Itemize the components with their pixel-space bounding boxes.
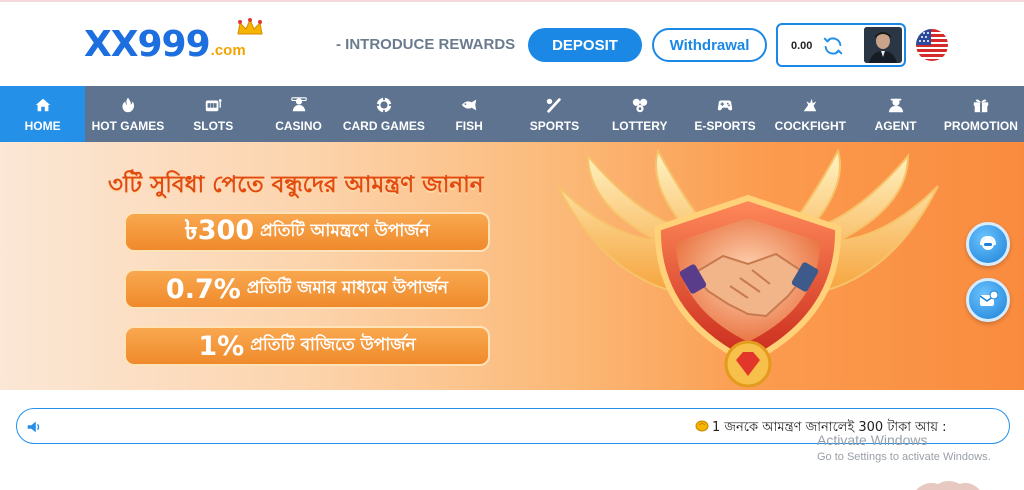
poker-chip-icon bbox=[376, 96, 392, 113]
nav-item-slots[interactable]: SLOTS bbox=[171, 86, 256, 142]
nav-label-slots: SLOTS bbox=[193, 118, 234, 133]
banner-row-value: ৳300 bbox=[184, 214, 255, 246]
gamepad-icon bbox=[717, 100, 733, 110]
balance-box: 0.00 bbox=[776, 23, 906, 67]
logo[interactable]: XX999 .com bbox=[84, 18, 263, 65]
deposit-button[interactable]: DEPOSIT bbox=[528, 28, 642, 62]
nav-item-sports[interactable]: SPORTS bbox=[512, 86, 597, 142]
handshake-emblem bbox=[557, 148, 939, 388]
banner-row-invite: ৳300 প্রতিটি আমন্ত্রণে উপার্জন bbox=[124, 212, 490, 252]
nav-item-hot-games[interactable]: HOT GAMES bbox=[85, 86, 170, 142]
nav-label-lottery: LOTTERY bbox=[611, 118, 668, 133]
nav-label-promotion: PROMOTION bbox=[943, 118, 1018, 133]
header: XX999 .com - INTRODUCE REWARDS DEPOSIT W… bbox=[0, 2, 1024, 86]
nav-label-hot-games: HOT GAMES bbox=[91, 118, 165, 133]
support-button[interactable] bbox=[966, 222, 1010, 266]
crown-icon bbox=[237, 18, 263, 35]
nav-item-home[interactable]: HOME bbox=[0, 86, 86, 142]
page: XX999 .com - INTRODUCE REWARDS DEPOSIT W… bbox=[0, 0, 1024, 490]
flame-icon bbox=[122, 97, 135, 112]
bottom-decoration bbox=[916, 481, 980, 490]
avatar[interactable] bbox=[864, 27, 902, 63]
us-flag-icon[interactable] bbox=[916, 29, 948, 61]
promo-banner[interactable]: ৩টি সুবিধা পেতে বন্ধুদের আমন্ত্রণ জানান … bbox=[0, 142, 1024, 390]
logo-text: XX999 bbox=[84, 24, 211, 65]
nav-item-fish[interactable]: FISH bbox=[426, 86, 511, 142]
banner-row-value: 0.7% bbox=[165, 273, 241, 305]
main-nav: HOME HOT GAMES SLOTS CASINO CARD GAMES F… bbox=[0, 86, 1024, 142]
nav-label-cockfight: COCKFIGHT bbox=[774, 118, 846, 133]
banner-row-value: 1% bbox=[198, 330, 245, 362]
message-icon bbox=[979, 290, 998, 306]
nav-item-agent[interactable]: AGENT bbox=[853, 86, 938, 142]
nav-item-cockfight[interactable]: COCKFIGHT bbox=[768, 86, 853, 142]
gift-icon bbox=[973, 98, 989, 112]
home-icon bbox=[35, 98, 50, 111]
introduce-rewards-link[interactable]: - INTRODUCE REWARDS bbox=[336, 36, 515, 53]
casino-dealer-icon bbox=[290, 96, 307, 111]
nav-item-lottery[interactable]: LOTTERY bbox=[597, 86, 682, 142]
refresh-icon[interactable] bbox=[822, 35, 844, 57]
nav-item-promotion[interactable]: PROMOTION bbox=[938, 86, 1023, 142]
nav-label-card-games: CARD GAMES bbox=[342, 118, 425, 133]
nav-label-sports: SPORTS bbox=[529, 118, 580, 133]
nav-label-home: HOME bbox=[24, 118, 61, 133]
logo-suffix: .com bbox=[210, 42, 246, 59]
balance-value: 0.00 bbox=[791, 40, 813, 52]
nav-label-agent: AGENT bbox=[874, 118, 917, 133]
coin-icon bbox=[695, 420, 709, 432]
lottery-balls-icon bbox=[632, 98, 647, 112]
banner-row-bet: 1% প্রতিটি বাজিতে উপার্জন bbox=[124, 326, 490, 366]
banner-title: ৩টি সুবিধা পেতে বন্ধুদের আমন্ত্রণ জানান bbox=[108, 172, 484, 198]
nav-label-fish: FISH bbox=[455, 118, 483, 133]
nav-item-e-sports[interactable]: E-SPORTS bbox=[682, 86, 767, 142]
sports-icon bbox=[547, 97, 562, 113]
cockfight-icon bbox=[804, 98, 817, 111]
agent-icon bbox=[888, 98, 903, 112]
nav-item-casino[interactable]: CASINO bbox=[256, 86, 341, 142]
fish-icon bbox=[461, 99, 477, 110]
banner-row-text: প্রতিটি বাজিতে উপার্জন bbox=[250, 335, 416, 355]
banner-row-deposit: 0.7% প্রতিটি জমার মাধ্যমে উপার্জন bbox=[124, 269, 490, 309]
windows-activation-watermark: Activate Windows Go to Settings to activ… bbox=[817, 432, 991, 463]
avatar-portrait-icon bbox=[864, 27, 902, 63]
banner-row-text: প্রতিটি জমার মাধ্যমে উপার্জন bbox=[246, 278, 449, 298]
message-button[interactable] bbox=[966, 278, 1010, 322]
banner-row-text: প্রতিটি আমন্ত্রণে উপার্জন bbox=[260, 221, 430, 241]
nav-item-card-games[interactable]: CARD GAMES bbox=[341, 86, 426, 142]
support-headset-icon bbox=[980, 235, 996, 250]
watermark-line2: Go to Settings to activate Windows. bbox=[817, 451, 991, 463]
withdrawal-button[interactable]: Withdrawal bbox=[652, 28, 767, 62]
nav-label-casino: CASINO bbox=[275, 118, 322, 133]
slot-machine-icon bbox=[206, 98, 222, 111]
watermark-line1: Activate Windows bbox=[817, 432, 928, 448]
speaker-icon bbox=[27, 421, 40, 433]
nav-label-e-sports: E-SPORTS bbox=[694, 118, 756, 133]
